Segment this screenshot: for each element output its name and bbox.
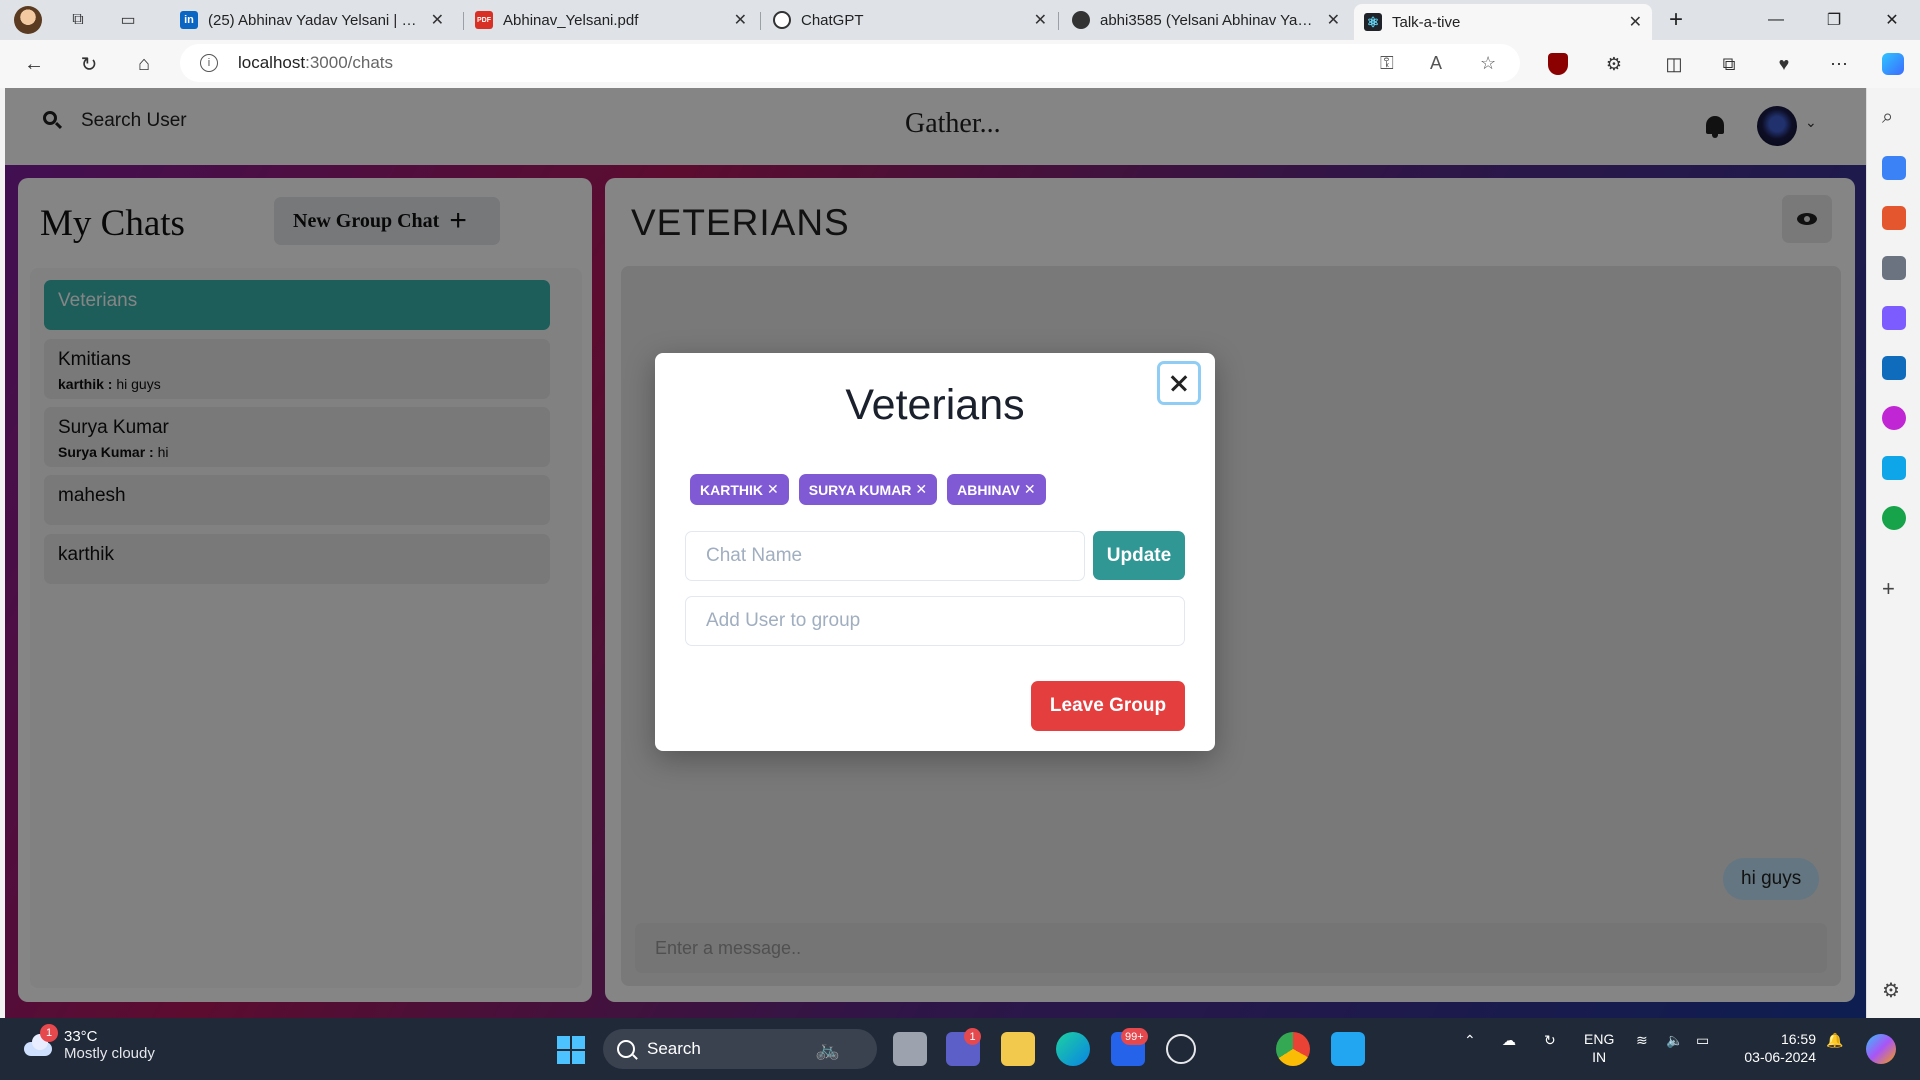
tab-divider — [463, 12, 464, 30]
language-indicator[interactable]: ENG IN — [1584, 1030, 1614, 1066]
chat-name-input[interactable]: Chat Name — [685, 531, 1085, 581]
favorite-star-icon[interactable]: ☆ — [1480, 53, 1496, 74]
tab-github[interactable]: abhi3585 (Yelsani Abhinav Yadav) ✕ — [1062, 4, 1350, 36]
refresh-icon[interactable]: ↻ — [69, 44, 109, 84]
bicycle-icon: 🚲 — [815, 1039, 840, 1061]
file-explorer-icon[interactable] — [1001, 1032, 1035, 1066]
tab-talk-a-tive[interactable]: ⚛ Talk-a-tive ✕ — [1354, 4, 1652, 40]
add-user-input[interactable]: Add User to group — [685, 596, 1185, 646]
close-tab-icon[interactable]: ✕ — [431, 10, 444, 30]
member-badge[interactable]: ABHINAV ✕ — [947, 474, 1046, 505]
close-window-button[interactable]: ✕ — [1864, 0, 1920, 40]
profile-avatar[interactable] — [14, 6, 42, 34]
send-icon[interactable] — [1882, 456, 1906, 480]
remove-member-icon[interactable]: ✕ — [915, 481, 927, 498]
password-key-icon[interactable]: ⚿ — [1380, 53, 1394, 74]
read-aloud-icon[interactable]: A — [1430, 53, 1442, 74]
member-badges: KARTHIK ✕ SURYA KUMAR ✕ ABHINAV ✕ — [690, 474, 1056, 505]
close-tab-icon[interactable]: ✕ — [1327, 10, 1340, 30]
tab-divider — [760, 12, 761, 30]
member-badge[interactable]: KARTHIK ✕ — [690, 474, 789, 505]
taskbar-search[interactable]: Search 🚲 — [603, 1029, 877, 1069]
mail-badge: 99+ — [1121, 1028, 1148, 1045]
teams-badge: 1 — [964, 1028, 981, 1045]
address-toolbar: ← ↻ ⌂ i localhost:3000/chats ⚿ A ☆ — [0, 40, 1920, 88]
onedrive-icon[interactable]: ☁ — [1502, 1032, 1516, 1049]
close-modal-button[interactable] — [1157, 361, 1201, 405]
react-icon: ⚛ — [1364, 13, 1382, 31]
tab-chatgpt[interactable]: ChatGPT ✕ — [763, 4, 1057, 36]
site-info-icon[interactable]: i — [200, 54, 218, 72]
tree-icon[interactable] — [1882, 506, 1906, 530]
volume-icon[interactable]: 🔈 — [1666, 1032, 1683, 1049]
split-screen-icon[interactable]: ◫ — [1658, 48, 1690, 80]
close-tab-icon[interactable]: ✕ — [1034, 10, 1047, 30]
modal-title: Veterians — [845, 381, 1025, 429]
dell-icon[interactable] — [1166, 1034, 1196, 1064]
new-tab-button[interactable]: + — [1648, 0, 1704, 40]
restore-button[interactable]: ❐ — [1806, 0, 1862, 40]
copilot-taskbar-icon[interactable] — [1866, 1034, 1896, 1064]
outlook-icon[interactable] — [1882, 356, 1906, 380]
windows-taskbar: 33°C Mostly cloudy 1 Search 🚲 1 99+ ⌃ ☁ … — [0, 1018, 1920, 1080]
games-icon[interactable] — [1882, 256, 1906, 280]
weather-badge: 1 — [40, 1024, 58, 1042]
update-button[interactable]: Update — [1093, 531, 1185, 580]
url-bar[interactable]: i localhost:3000/chats ⚿ A ☆ — [180, 44, 1520, 82]
designer-icon[interactable] — [1882, 406, 1906, 430]
task-view-icon[interactable] — [893, 1032, 927, 1066]
shopping-tag-icon[interactable] — [1882, 156, 1906, 180]
linkedin-icon: in — [180, 11, 198, 29]
tab-actions-icon[interactable]: ▭ — [114, 6, 142, 34]
copilot-icon[interactable] — [1877, 48, 1909, 80]
microsoft365-icon[interactable] — [1882, 306, 1906, 330]
edge-browser-icon[interactable] — [1056, 1032, 1090, 1066]
start-button[interactable] — [557, 1036, 585, 1064]
tab-pdf[interactable]: PDF Abhinav_Yelsani.pdf ✕ — [465, 4, 757, 36]
wifi-icon[interactable]: ≋ — [1636, 1032, 1648, 1049]
member-badge[interactable]: SURYA KUMAR ✕ — [798, 474, 938, 505]
update-group-modal: Veterians KARTHIK ✕ SURYA KUMAR ✕ ABHINAV ✕… — [655, 353, 1215, 751]
remove-member-icon[interactable]: ✕ — [1024, 481, 1036, 498]
close-tab-icon[interactable]: ✕ — [734, 10, 747, 30]
sync-icon[interactable]: ↻ — [1544, 1032, 1556, 1049]
chrome-icon[interactable] — [1276, 1032, 1310, 1066]
github-icon — [1072, 11, 1090, 29]
leave-group-button[interactable]: Leave Group — [1031, 681, 1185, 731]
search-icon — [617, 1040, 635, 1058]
tools-icon[interactable] — [1882, 206, 1906, 230]
extensions-icon[interactable]: ⚙ — [1598, 48, 1630, 80]
back-arrow-icon[interactable]: ← — [14, 44, 54, 84]
pdf-icon: PDF — [475, 11, 493, 29]
sidebar-settings-icon[interactable]: ⚙ — [1882, 978, 1906, 1002]
remove-member-icon[interactable]: ✕ — [767, 481, 779, 498]
tab-linkedin[interactable]: in (25) Abhinav Yadav Yelsani | LinkedIn… — [170, 4, 454, 36]
sidebar-search-icon[interactable]: ⌕ — [1882, 106, 1906, 130]
notification-icon[interactable]: 🔔 — [1826, 1032, 1843, 1049]
browser-essentials-icon[interactable]: ♥ — [1768, 48, 1800, 80]
collections-icon[interactable]: ⧉ — [1713, 48, 1745, 80]
battery-icon[interactable]: ▭ — [1696, 1032, 1709, 1049]
clock[interactable]: 16:59 03-06-2024 — [1738, 1030, 1816, 1066]
minimize-button[interactable]: — — [1748, 0, 1804, 40]
edge-sidebar: ⌕ + ⚙ — [1866, 88, 1920, 1018]
vscode-icon[interactable] — [1331, 1032, 1365, 1066]
workspaces-icon[interactable]: ⧉ — [64, 6, 92, 34]
close-tab-icon[interactable]: ✕ — [1629, 12, 1642, 32]
ublock-icon[interactable] — [1542, 48, 1574, 80]
show-hidden-icons-chevron-icon[interactable]: ⌃ — [1464, 1032, 1476, 1049]
home-icon[interactable]: ⌂ — [124, 44, 164, 84]
chatgpt-icon — [773, 11, 791, 29]
more-options-icon[interactable]: ⋯ — [1823, 48, 1855, 80]
tab-divider — [1058, 12, 1059, 30]
add-sidebar-app-icon[interactable]: + — [1882, 576, 1906, 601]
